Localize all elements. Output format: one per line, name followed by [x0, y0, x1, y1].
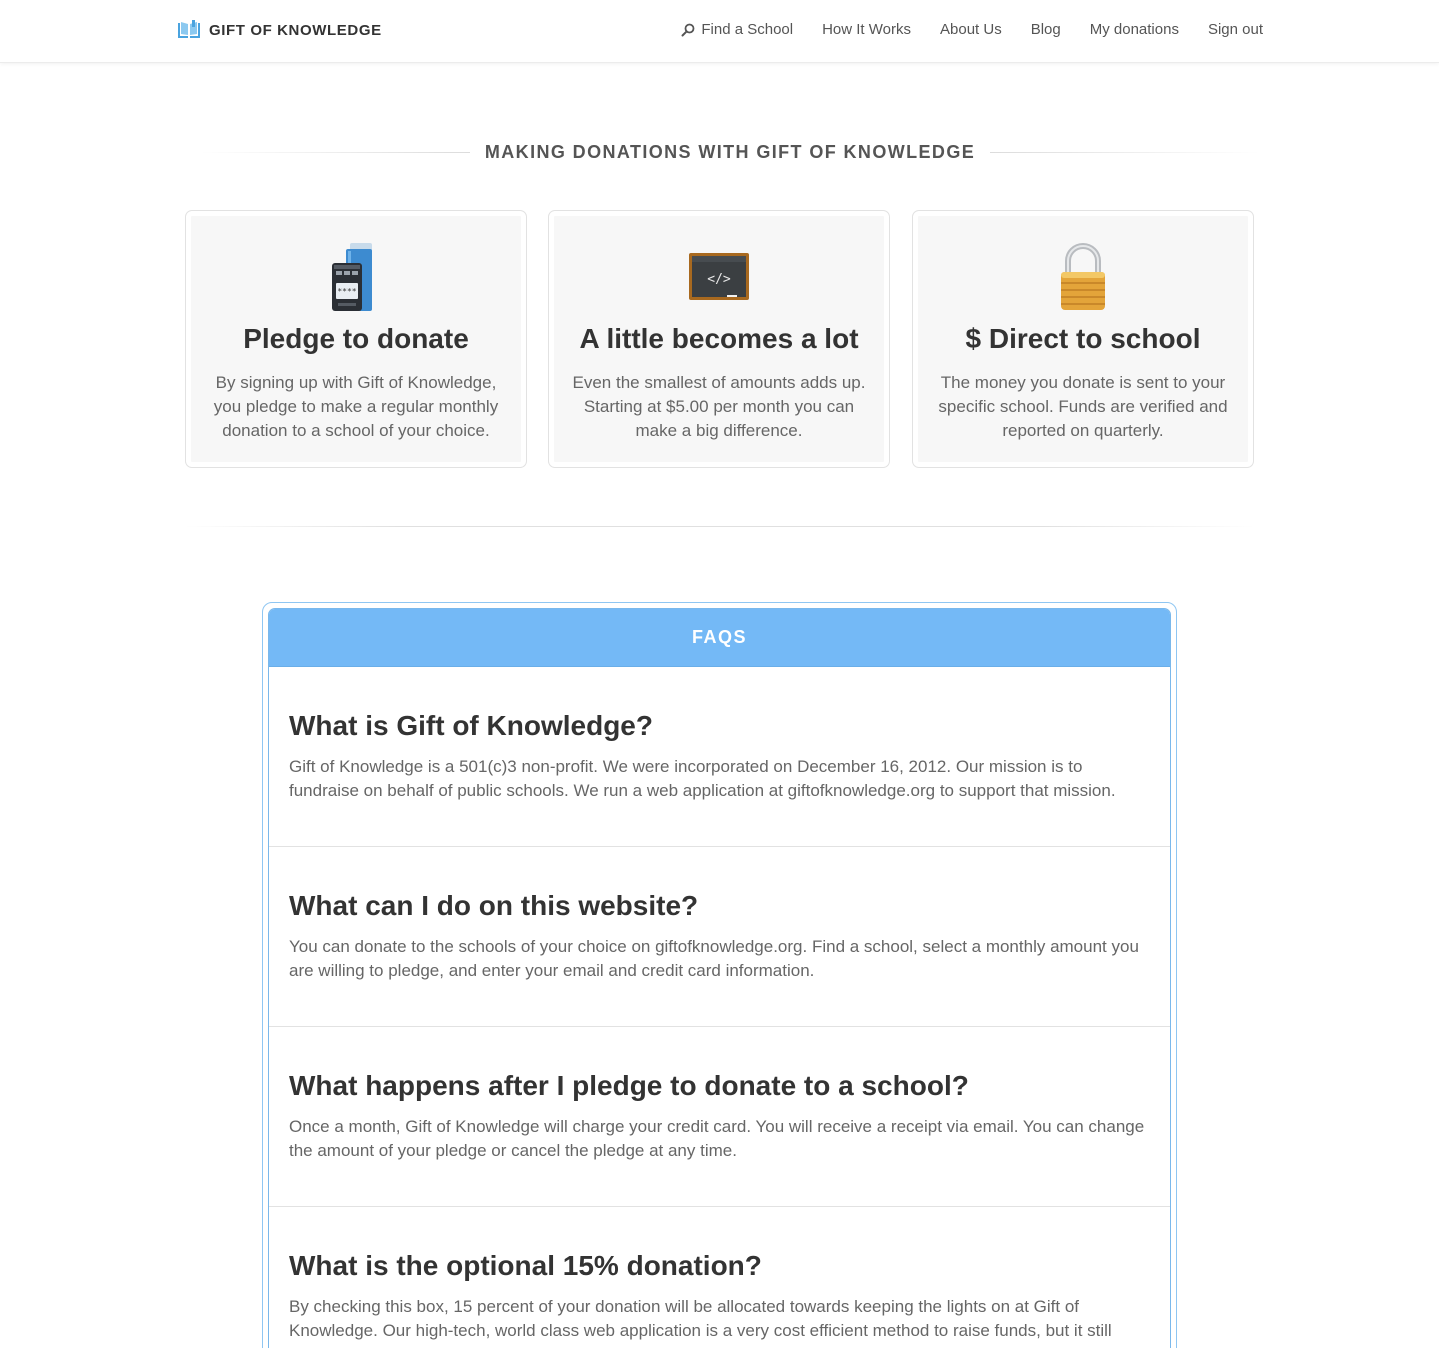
card-title: A little becomes a lot: [579, 323, 859, 354]
feature-card-pledge: **** Pledge to donate By signing up with…: [185, 210, 527, 468]
section-title: MAKING DONATIONS WITH GIFT OF KNOWLEDGE: [484, 141, 976, 162]
faq-item: What happens after I pledge to donate to…: [269, 1027, 1170, 1207]
heading-rule-left: [200, 151, 470, 153]
nav-find-a-school[interactable]: Find a School: [681, 21, 793, 38]
nav-label: Find a School: [701, 21, 794, 38]
search-icon: [681, 23, 695, 36]
nav-about-us[interactable]: About Us: [940, 21, 1002, 38]
card-title: $ Direct to school: [965, 323, 1201, 354]
faq-answer: By checking this box, 15 percent of your…: [289, 1297, 1112, 1340]
faq-answer: You can donate to the schools of your ch…: [289, 937, 1139, 980]
top-navbar: GIFT OF KNOWLEDGE Find a School How It W…: [0, 0, 1439, 63]
feature-card-little-becomes-lot: </> A little becomes a lot Even the smal…: [548, 210, 890, 468]
brand-name: GIFT OF KNOWLEDGE: [209, 21, 382, 39]
padlock-icon: [1051, 239, 1115, 313]
card-text: The money you donate is sent to your spe…: [938, 373, 1228, 440]
faq-answer: Once a month, Gift of Knowledge will cha…: [289, 1117, 1145, 1160]
faq-question: What is the optional 15% donation?: [289, 1250, 762, 1281]
faq-answer: Gift of Knowledge is a 501(c)3 non-profi…: [289, 757, 1116, 800]
section-heading: MAKING DONATIONS WITH GIFT OF KNOWLEDGE: [200, 140, 1261, 164]
card-text: By signing up with Gift of Knowledge, yo…: [213, 373, 499, 440]
heading-rule-right: [990, 151, 1261, 153]
faq-panel-inner: FAQS What is Gift of Knowledge? Gift of …: [268, 608, 1171, 1348]
card-title: Pledge to donate: [243, 323, 469, 354]
faq-panel: FAQS What is Gift of Knowledge? Gift of …: [262, 602, 1177, 1348]
chalkboard-icon: </>: [687, 239, 751, 313]
faq-item: What is Gift of Knowledge? Gift of Knowl…: [269, 667, 1170, 847]
faq-question: What can I do on this website?: [289, 890, 699, 921]
nav-how-it-works[interactable]: How It Works: [822, 21, 911, 38]
svg-text:</>: </>: [707, 272, 731, 287]
faq-header: FAQS: [269, 609, 1170, 667]
faq-question: What is Gift of Knowledge?: [289, 710, 653, 741]
faq-question: What happens after I pledge to donate to…: [289, 1070, 969, 1101]
nav-sign-out[interactable]: Sign out: [1208, 21, 1263, 38]
nav-my-donations[interactable]: My donations: [1090, 21, 1179, 38]
calculator-icon: ****: [324, 239, 388, 313]
feature-card-direct-to-school: $ Direct to school The money you donate …: [912, 210, 1254, 468]
brand-logo-link[interactable]: GIFT OF KNOWLEDGE: [177, 20, 382, 40]
faq-item: What can I do on this website? You can d…: [269, 847, 1170, 1027]
nav-blog[interactable]: Blog: [1031, 21, 1061, 38]
book-icon: [178, 20, 200, 38]
faq-item: What is the optional 15% donation? By ch…: [269, 1207, 1170, 1348]
feature-cards: **** Pledge to donate By signing up with…: [185, 210, 1254, 468]
card-text: Even the smallest of amounts adds up. St…: [572, 373, 866, 440]
main-nav: Find a School How It Works About Us Blog…: [681, 21, 1263, 38]
svg-text:****: ****: [337, 287, 356, 296]
section-divider: [185, 526, 1254, 527]
